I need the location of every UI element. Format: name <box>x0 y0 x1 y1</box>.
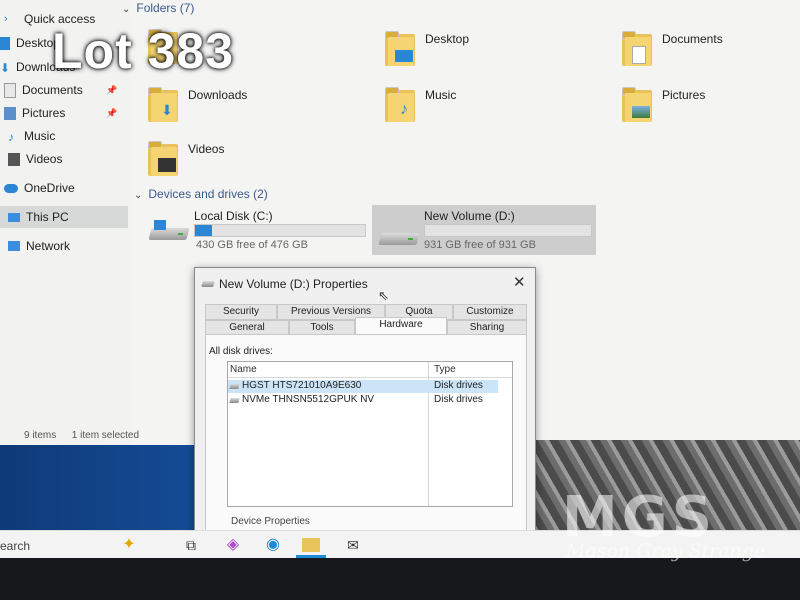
list-item[interactable]: NVMe THNSN5512GPUK NV Disk drives <box>228 394 498 407</box>
drive-label: New Volume (D:) <box>424 209 515 223</box>
drive-name: HGST HTS721010A9E630 <box>242 380 362 391</box>
videos-icon <box>8 152 20 166</box>
desktop-folder-icon <box>383 28 417 66</box>
folder-tile-pictures[interactable]: Pictures <box>620 84 800 134</box>
search-box[interactable]: earch <box>0 539 30 553</box>
mouse-cursor-icon: ⇖ <box>378 288 389 303</box>
lot-number-label: Lot 383 <box>52 23 235 79</box>
tab-security[interactable]: Security <box>205 304 277 320</box>
mail-icon[interactable]: ✉ <box>342 535 364 555</box>
folder-tile-downloads[interactable]: ⬇ Downloads <box>146 84 326 134</box>
folder-tile-videos[interactable]: Videos <box>146 138 326 188</box>
list-item[interactable]: HGST HTS721010A9E630 Disk drives <box>228 380 498 393</box>
desktop-icon <box>0 36 10 50</box>
sidebar-item-pictures[interactable]: Pictures <box>4 102 65 124</box>
properties-dialog: New Volume (D:) Properties ✕ Security Pr… <box>194 267 536 539</box>
drive-tile-d[interactable]: New Volume (D:) 931 GB free of 931 GB <box>372 205 596 255</box>
drive-tile-c[interactable]: Local Disk (C:) 430 GB free of 476 GB <box>146 206 368 256</box>
folder-label: Documents <box>662 32 723 46</box>
disk-drive-icon <box>229 398 240 403</box>
documents-icon <box>4 82 16 98</box>
sidebar-item-this-pc[interactable]: This PC <box>0 206 128 228</box>
sidebar-item-label: Network <box>26 239 71 253</box>
sidebar-item-documents[interactable]: Documents <box>4 79 83 101</box>
folder-label: Music <box>425 88 457 102</box>
sidebar-item-label: This PC <box>26 210 69 224</box>
drive-free-space: 931 GB free of 931 GB <box>424 239 536 251</box>
folder-tile-desktop[interactable]: Desktop <box>383 28 563 78</box>
disk-drive-icon <box>229 384 240 389</box>
file-explorer-icon[interactable] <box>302 538 320 552</box>
sidebar-item-label: Music <box>24 129 56 143</box>
drive-usage-fill <box>195 225 212 236</box>
sidebar-item-music[interactable]: ♪ Music <box>8 125 55 147</box>
sidebar-item-label: Documents <box>22 83 83 97</box>
drive-icon <box>201 281 215 287</box>
folders-section-header[interactable]: ⌄ Folders (7) <box>122 1 194 15</box>
tab-hardware[interactable]: Hardware <box>355 317 447 334</box>
watermark-text: Mason Gray Strange <box>566 540 766 562</box>
disk-drives-list[interactable]: Name Type HGST HTS721010A9E630 Disk driv… <box>227 361 513 507</box>
column-header-name[interactable]: Name <box>230 364 257 375</box>
dialog-title: New Volume (D:) Properties <box>219 277 368 291</box>
folder-label: Desktop <box>425 32 470 46</box>
sidebar-item-videos[interactable]: Videos <box>8 148 62 170</box>
folder-tile-documents[interactable]: Documents <box>620 28 800 78</box>
sidebar-item-label: Pictures <box>22 106 66 120</box>
chevron-down-icon: ⌄ <box>134 190 143 201</box>
documents-folder-icon <box>620 28 654 66</box>
videos-folder-icon <box>146 138 180 176</box>
task-view-icon[interactable]: ⧉ <box>180 535 202 555</box>
header-divider <box>228 377 512 378</box>
status-bar: 9 items 1 item selected <box>24 430 139 441</box>
selection-count: 1 item selected <box>71 430 140 441</box>
pictures-folder-icon <box>620 84 654 122</box>
cloud-icon <box>4 183 18 193</box>
pin-icon: 📌 <box>106 108 118 118</box>
close-button[interactable]: ✕ <box>513 273 526 291</box>
sidebar-item-network[interactable]: Network <box>8 235 70 257</box>
edge-icon[interactable]: ◉ <box>262 535 284 555</box>
folder-label: Pictures <box>662 88 706 102</box>
folder-label: Videos <box>188 142 225 156</box>
tab-customize[interactable]: Customize <box>453 304 527 320</box>
drive-label: Local Disk (C:) <box>194 209 273 223</box>
device-properties-group: Device Properties <box>231 516 310 527</box>
devices-section-header[interactable]: ⌄ Devices and drives (2) <box>134 187 268 201</box>
computer-icon <box>8 212 20 222</box>
drive-icon <box>378 225 420 247</box>
pictures-icon <box>4 106 16 120</box>
copilot-sparkle-icon[interactable]: ✦ <box>118 535 140 555</box>
folder-tile-music[interactable]: ♪ Music <box>383 84 563 134</box>
column-header-type[interactable]: Type <box>434 364 456 375</box>
drive-usage-bar <box>424 224 592 237</box>
windows-drive-icon <box>148 220 190 242</box>
drive-type: Disk drives <box>434 380 483 391</box>
drive-usage-bar <box>194 224 366 237</box>
copilot-icon[interactable]: ◈ <box>222 535 244 555</box>
folder-label: Downloads <box>188 88 248 102</box>
pin-icon: 📌 <box>106 85 118 95</box>
sidebar-item-label: Videos <box>26 152 63 166</box>
download-icon: ⬇ <box>0 60 11 75</box>
drive-type: Disk drives <box>434 394 483 405</box>
sidebar-item-label: OneDrive <box>24 181 75 195</box>
drive-name: NVMe THNSN5512GPUK NV <box>242 394 375 405</box>
drive-free-space: 430 GB free of 476 GB <box>196 239 308 251</box>
music-folder-icon: ♪ <box>383 84 417 122</box>
monitor-bezel <box>0 558 800 600</box>
star-icon: › <box>4 12 8 25</box>
downloads-folder-icon: ⬇ <box>146 84 180 122</box>
music-icon: ♪ <box>8 129 14 144</box>
all-disk-drives-label: All disk drives: <box>209 346 273 357</box>
sidebar-item-onedrive[interactable]: OneDrive <box>4 177 75 199</box>
chevron-down-icon: ⌄ <box>122 4 131 15</box>
network-icon <box>8 241 20 251</box>
item-count: 9 items <box>24 430 57 441</box>
